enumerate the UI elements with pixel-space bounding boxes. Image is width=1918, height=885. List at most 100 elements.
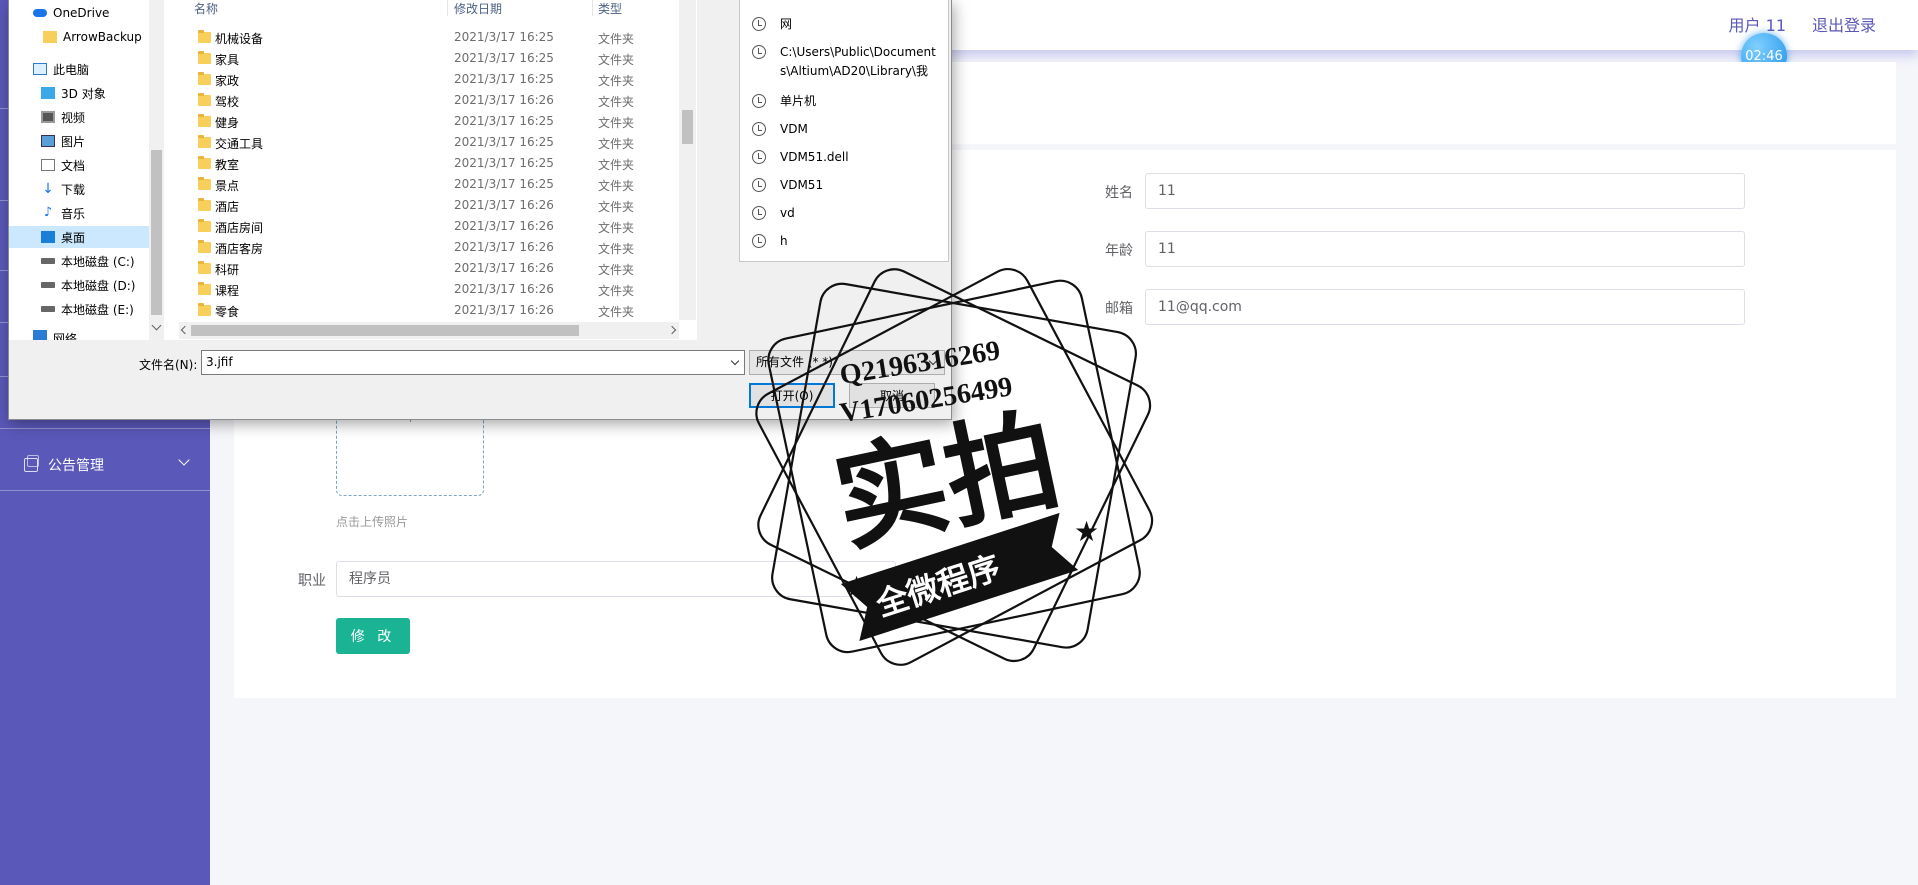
file-type: 文件夹	[598, 32, 635, 46]
nav-item-drive-e[interactable]: 本地磁盘 (E:)	[9, 298, 149, 320]
logout-link[interactable]: 退出登录	[1812, 12, 1876, 36]
photo-upload-box[interactable]	[336, 408, 484, 496]
file-date: 2021/3/17 16:26	[454, 282, 554, 296]
file-name: 家具	[215, 53, 240, 67]
recent-item[interactable]: VDM51	[740, 175, 950, 197]
nav-item-network[interactable]: 网络	[9, 330, 149, 340]
email-field[interactable]: 11@qq.com	[1145, 289, 1745, 325]
file-row[interactable]: 酒店 2021/3/17 16:26 文件夹	[164, 196, 664, 217]
file-type: 文件夹	[598, 74, 635, 88]
submit-button[interactable]: 修 改	[336, 618, 410, 654]
column-header-name[interactable]: 名称	[194, 0, 218, 16]
chevron-left-icon[interactable]	[180, 325, 190, 335]
file-type: 文件夹	[598, 200, 635, 214]
nav-item-label: 网络	[53, 332, 78, 340]
folder-icon	[198, 240, 211, 253]
folder-icon	[198, 303, 211, 316]
nav-item-documents[interactable]: 文档	[9, 154, 149, 176]
file-row[interactable]: 交通工具 2021/3/17 16:25 文件夹	[164, 133, 664, 154]
file-row[interactable]: 酒店房间 2021/3/17 16:26 文件夹	[164, 217, 664, 238]
column-divider[interactable]	[592, 0, 593, 16]
nav-item-videos[interactable]: 视频	[9, 106, 149, 128]
file-name: 健身	[215, 116, 240, 130]
nav-item-label: ArrowBackup	[63, 30, 142, 44]
file-list-hscrollbar[interactable]	[179, 322, 679, 339]
nav-item-downloads[interactable]: ↓ 下载	[9, 178, 149, 200]
nav-item-drive-d[interactable]: 本地磁盘 (D:)	[9, 274, 149, 296]
file-date: 2021/3/17 16:25	[454, 156, 554, 170]
computer-icon	[33, 63, 47, 75]
file-row[interactable]: 健身 2021/3/17 16:25 文件夹	[164, 112, 664, 133]
nav-item-this-pc[interactable]: 此电脑	[9, 58, 149, 80]
file-row[interactable]: 机械设备 2021/3/17 16:25 文件夹	[164, 28, 664, 49]
scrollbar-thumb[interactable]	[191, 325, 579, 336]
nav-item-label: 本地磁盘 (E:)	[61, 302, 134, 317]
column-divider[interactable]	[447, 0, 448, 16]
music-icon: ♪	[43, 205, 53, 220]
column-header-date[interactable]: 修改日期	[454, 0, 502, 16]
file-type: 文件夹	[598, 284, 635, 298]
network-icon	[33, 330, 47, 340]
chevron-down-icon	[178, 454, 190, 466]
name-field[interactable]: 11	[1145, 173, 1745, 209]
recent-item[interactable]: 单片机	[740, 91, 950, 113]
recent-item[interactable]: vd	[740, 203, 950, 225]
scrollbar-thumb[interactable]	[682, 110, 693, 144]
file-date: 2021/3/17 16:26	[454, 261, 554, 275]
file-date: 2021/3/17 16:26	[454, 93, 554, 107]
picture-icon	[41, 135, 55, 147]
cube-icon	[41, 87, 55, 99]
chevron-right-icon[interactable]	[667, 325, 677, 335]
recent-item[interactable]: h	[740, 231, 950, 253]
file-row[interactable]: 零食 2021/3/17 16:26 文件夹	[164, 301, 664, 322]
nav-item-arrowbackup[interactable]: ArrowBackup	[9, 26, 149, 48]
file-row[interactable]: 课程 2021/3/17 16:26 文件夹	[164, 280, 664, 301]
file-type: 文件夹	[598, 221, 635, 235]
recent-item[interactable]: VDM	[740, 119, 950, 141]
sidebar-item-announcements[interactable]: 公告管理	[0, 440, 210, 490]
file-row[interactable]: 酒店客房 2021/3/17 16:26 文件夹	[164, 238, 664, 259]
nav-item-label: 桌面	[61, 230, 86, 245]
folder-icon	[198, 177, 211, 190]
name-label: 姓名	[1105, 185, 1133, 201]
nav-item-music[interactable]: ♪ 音乐	[9, 202, 149, 224]
recent-locations-dropdown: 网 C:\Users\Public\Documents\Altium\AD20\…	[739, 0, 949, 262]
drive-icon	[41, 306, 55, 312]
filename-input[interactable]: 3.jfif	[201, 350, 745, 375]
nav-item-pictures[interactable]: 图片	[9, 130, 149, 152]
recent-item-label: h	[780, 234, 788, 248]
file-list-scrollbar[interactable]	[679, 0, 696, 320]
nav-item-desktop[interactable]: 桌面	[9, 226, 149, 248]
star-icon: ★	[1074, 515, 1099, 548]
recent-item-label: 单片机	[780, 94, 817, 108]
recent-item[interactable]: C:\Users\Public\Documents\Altium\AD20\Li…	[740, 42, 950, 86]
age-field[interactable]: 11	[1145, 231, 1745, 267]
recent-item[interactable]: 网	[740, 14, 950, 36]
current-user[interactable]: 用户 11	[1729, 12, 1786, 36]
file-row[interactable]: 家政 2021/3/17 16:25 文件夹	[164, 70, 664, 91]
file-type: 文件夹	[598, 95, 635, 109]
nav-item-onedrive[interactable]: OneDrive	[9, 2, 149, 24]
file-name: 教室	[215, 158, 240, 172]
file-name: 机械设备	[215, 32, 264, 46]
chevron-down-icon[interactable]	[730, 356, 740, 366]
filename-label: 文件名(N):	[139, 358, 198, 372]
drive-icon	[41, 258, 55, 264]
nav-item-3d-objects[interactable]: 3D 对象	[9, 82, 149, 104]
nav-item-label: OneDrive	[53, 6, 110, 20]
file-row[interactable]: 家具 2021/3/17 16:25 文件夹	[164, 49, 664, 70]
recent-item[interactable]: VDM51.dell	[740, 147, 950, 169]
scrollbar-thumb[interactable]	[151, 150, 162, 315]
column-header-type[interactable]: 类型	[598, 0, 622, 16]
file-row[interactable]: 景点 2021/3/17 16:25 文件夹	[164, 175, 664, 196]
file-date: 2021/3/17 16:25	[454, 30, 554, 44]
chevron-down-icon[interactable]	[151, 320, 162, 331]
folder-icon	[198, 93, 211, 106]
file-row[interactable]: 科研 2021/3/17 16:26 文件夹	[164, 259, 664, 280]
file-name: 酒店客房	[215, 242, 264, 256]
nav-scrollbar[interactable]	[149, 0, 164, 340]
file-row[interactable]: 教室 2021/3/17 16:25 文件夹	[164, 154, 664, 175]
nav-item-drive-c[interactable]: 本地磁盘 (C:)	[9, 250, 149, 272]
file-row[interactable]: 驾校 2021/3/17 16:26 文件夹	[164, 91, 664, 112]
folder-icon	[198, 51, 211, 64]
